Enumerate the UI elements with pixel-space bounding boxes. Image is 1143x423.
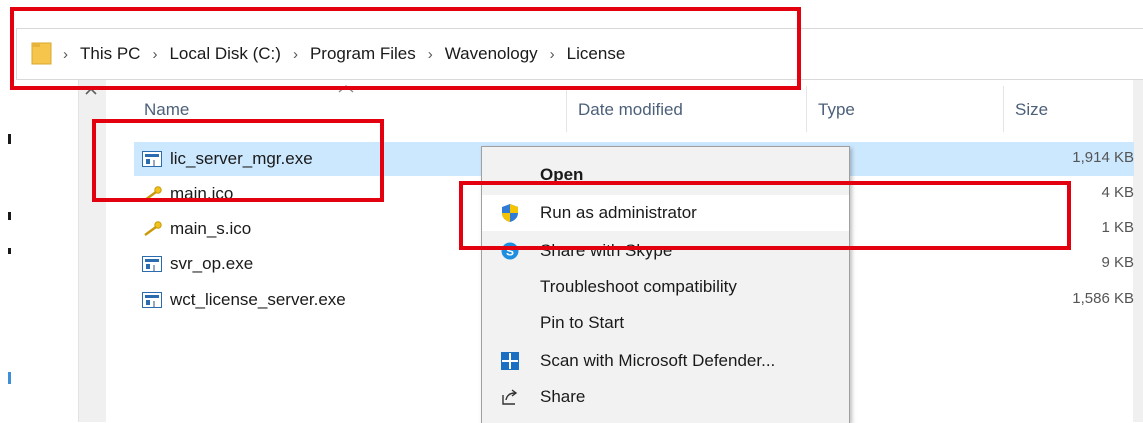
column-header-size[interactable]: Size	[1015, 100, 1048, 120]
exe-icon	[142, 151, 162, 167]
skype-icon: S	[501, 242, 519, 260]
column-header-date-modified[interactable]: Date modified	[578, 100, 683, 120]
folder-icon	[31, 42, 52, 65]
breadcrumb-license[interactable]: License	[567, 44, 626, 64]
file-size: 1 KB	[1101, 219, 1134, 236]
defender-icon	[501, 352, 519, 370]
menu-item-share-with-skype[interactable]: S Share with Skype	[482, 233, 849, 269]
breadcrumb-wavenology[interactable]: Wavenology	[445, 44, 538, 64]
navigation-scrollbar[interactable]	[78, 80, 106, 422]
key-icon	[144, 186, 162, 201]
chevron-right-icon[interactable]: ›	[63, 46, 68, 63]
file-size: 4 KB	[1101, 184, 1134, 201]
exe-icon	[142, 256, 162, 272]
menu-item-label: Open	[540, 165, 584, 184]
menu-item-label: Pin to Start	[540, 313, 625, 332]
menu-item-label: Run as administrator	[540, 203, 697, 222]
menu-item-label: Share	[540, 387, 586, 406]
address-bar[interactable]: › This PC › Local Disk (C:) › Program Fi…	[16, 28, 1143, 80]
file-list-scrollbar[interactable]	[1133, 80, 1143, 422]
sort-ascending-icon	[338, 85, 354, 93]
nav-item-marker	[8, 372, 11, 384]
exe-icon	[142, 292, 162, 308]
key-icon	[144, 221, 162, 236]
nav-item-marker	[8, 134, 11, 144]
chevron-right-icon[interactable]: ›	[428, 46, 433, 63]
menu-item-open[interactable]: Open	[482, 157, 849, 193]
file-size: 1,914 KB	[1072, 149, 1134, 166]
file-size: 9 KB	[1101, 254, 1134, 271]
file-name: wct_license_server.exe	[170, 290, 346, 309]
breadcrumb-local-disk[interactable]: Local Disk (C:)	[169, 44, 280, 64]
file-name: lic_server_mgr.exe	[170, 149, 313, 168]
menu-item-troubleshoot-compatibility[interactable]: Troubleshoot compatibility	[482, 269, 849, 305]
menu-item-pin-to-start[interactable]: Pin to Start	[482, 305, 849, 341]
menu-item-label: Share with Skype	[540, 241, 673, 260]
chevron-right-icon[interactable]: ›	[550, 46, 555, 63]
nav-item-marker	[8, 248, 11, 254]
column-header-name[interactable]: Name	[144, 100, 189, 120]
column-divider[interactable]	[566, 86, 567, 132]
menu-item-share[interactable]: Share	[482, 379, 849, 415]
menu-item-scan-with-defender[interactable]: Scan with Microsoft Defender...	[482, 343, 849, 379]
file-name: main.ico	[170, 184, 234, 203]
share-icon	[502, 389, 518, 405]
context-menu: Open Run as administrator S Share with S…	[481, 146, 850, 423]
file-size: 1,586 KB	[1072, 290, 1134, 307]
column-divider[interactable]	[1003, 86, 1004, 132]
scroll-up-arrow-icon[interactable]	[84, 86, 98, 96]
breadcrumb-this-pc[interactable]: This PC	[80, 44, 140, 64]
file-name: main_s.ico	[170, 219, 252, 238]
column-header-type[interactable]: Type	[818, 100, 855, 120]
uac-shield-icon	[502, 204, 518, 222]
column-divider[interactable]	[806, 86, 807, 132]
menu-item-run-as-administrator[interactable]: Run as administrator	[482, 195, 849, 231]
navigation-pane	[0, 80, 78, 422]
svg-text:S: S	[506, 245, 514, 259]
breadcrumb: › This PC › Local Disk (C:) › Program Fi…	[63, 29, 625, 79]
breadcrumb-program-files[interactable]: Program Files	[310, 44, 416, 64]
nav-item-marker	[8, 212, 11, 220]
chevron-right-icon[interactable]: ›	[152, 46, 157, 63]
menu-item-label: Troubleshoot compatibility	[540, 277, 737, 296]
file-name: svr_op.exe	[170, 254, 254, 273]
menu-item-label: Scan with Microsoft Defender...	[540, 351, 776, 370]
chevron-right-icon[interactable]: ›	[293, 46, 298, 63]
